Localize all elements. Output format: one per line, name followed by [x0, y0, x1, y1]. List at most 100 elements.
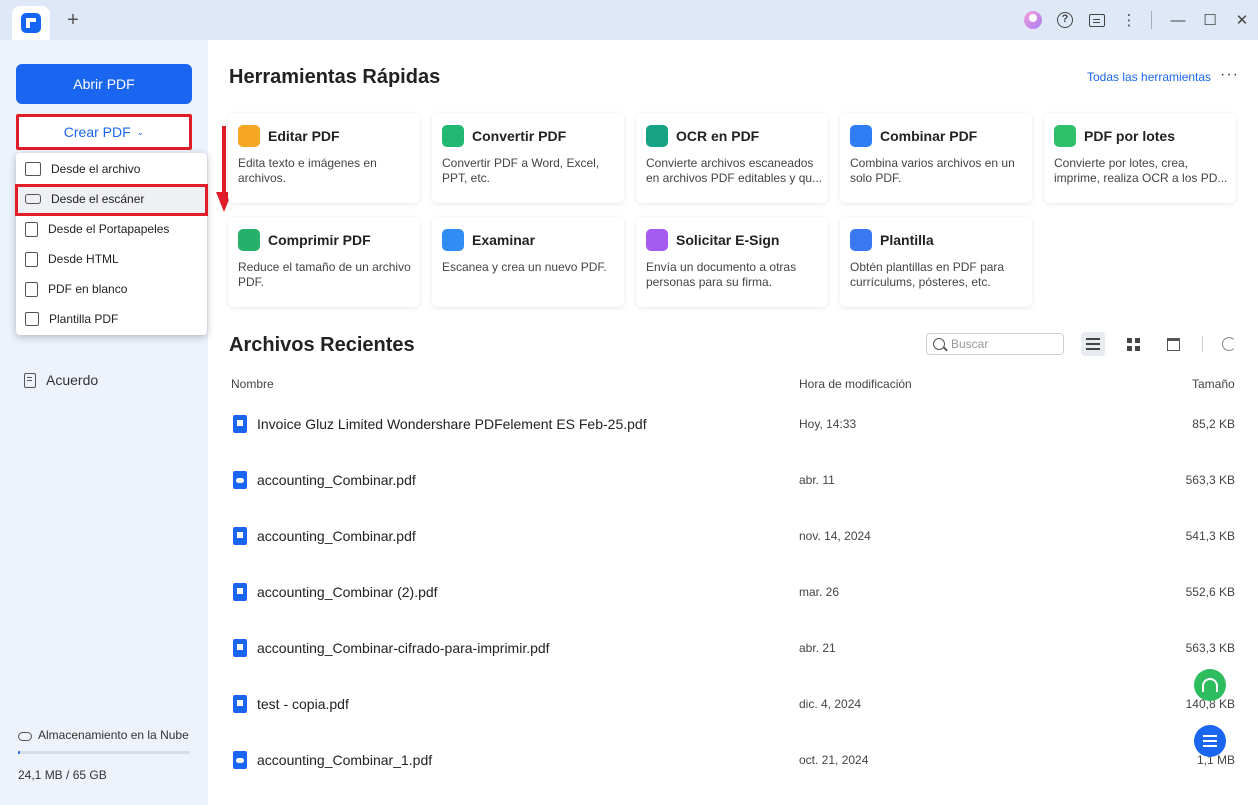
card-title: Convertir PDF [472, 128, 567, 144]
file-modified: nov. 14, 2024 [799, 529, 871, 543]
table-row[interactable]: accounting_Combinar_1.pdf oct. 21, 2024 1,… [229, 751, 1239, 805]
ocr-icon [646, 125, 668, 147]
cloud-storage-label: Almacenamiento en la Nube [38, 728, 189, 742]
chevron-down-icon: ⌄ [136, 126, 145, 137]
dropdown-item-label: Desde el archivo [51, 162, 141, 176]
maximize-button[interactable]: ☐ [1194, 0, 1226, 40]
file-modified: oct. 21, 2024 [799, 753, 869, 767]
dropdown-item-blank-pdf[interactable]: PDF en blanco [16, 274, 207, 304]
dropdown-item-pdf-template[interactable]: Plantilla PDF [16, 304, 207, 334]
maximize-icon: ☐ [1203, 12, 1217, 29]
combine-pdf-icon [850, 125, 872, 147]
card-description: Edita texto e imágenes en archivos. [238, 156, 377, 185]
tool-card-esign[interactable]: Solicitar E-Sign Envía un documento a ot… [636, 217, 828, 307]
column-header-modified[interactable]: Hora de modificación [799, 377, 912, 391]
card-description: Obtén plantillas en PDF para currículums… [850, 260, 1005, 289]
storage-usage: 24,1 MB / 65 GB [18, 768, 107, 782]
dropdown-item-from-file[interactable]: Desde el archivo [16, 154, 207, 184]
close-icon: ✕ [1235, 12, 1249, 29]
tool-card-scan[interactable]: Examinar Escanea y crea un nuevo PDF. [432, 217, 624, 307]
column-header-name[interactable]: Nombre [231, 377, 274, 391]
card-title: OCR en PDF [676, 128, 760, 144]
refresh-icon [1222, 337, 1236, 351]
all-tools-link[interactable]: Todas las herramientas [1087, 70, 1211, 84]
tool-card-combine-pdf[interactable]: Combinar PDF Combina varios archivos en … [840, 113, 1032, 203]
open-pdf-button[interactable]: Abrir PDF [16, 64, 192, 104]
sidebar-item-label: Acuerdo [46, 372, 99, 388]
toolbar-separator [1202, 336, 1203, 352]
card-description: Combina varios archivos en un solo PDF. [850, 156, 1015, 185]
blank-page-icon [25, 281, 38, 297]
table-row[interactable]: accounting_Combinar.pdf abr. 11 563,3 KB [229, 471, 1239, 527]
sidebar-item-acuerdo[interactable]: Acuerdo [24, 372, 98, 388]
help-button[interactable]: ? [1049, 0, 1081, 40]
dropdown-item-label: Plantilla PDF [49, 312, 119, 326]
tool-card-template[interactable]: Plantilla Obtén plantillas en PDF para c… [840, 217, 1032, 307]
card-title: Combinar PDF [880, 128, 978, 144]
file-modified: mar. 26 [799, 585, 840, 599]
dropdown-item-label: PDF en blanco [48, 282, 128, 296]
html-icon [25, 251, 38, 267]
file-modified: Hoy, 14:33 [799, 417, 857, 431]
dropdown-item-label: Desde el escáner [51, 192, 145, 206]
dropdown-item-from-scanner[interactable]: Desde el escáner [16, 184, 207, 214]
file-size: 85,2 KB [1192, 417, 1235, 431]
list-view-icon [1086, 338, 1100, 350]
tool-card-edit-pdf[interactable]: Editar PDF Edita texto e imágenes en arc… [228, 113, 420, 203]
esign-icon [646, 229, 668, 251]
grid-view-button[interactable] [1121, 332, 1145, 356]
headset-icon [1202, 678, 1218, 692]
table-row[interactable]: test - copia.pdf dic. 4, 2024 140,8 KB [229, 695, 1239, 751]
table-row[interactable]: accounting_Combinar (2).pdf mar. 26 552,6 … [229, 583, 1239, 639]
dropdown-item-from-html[interactable]: Desde HTML [16, 244, 207, 274]
floating-menu-button[interactable] [1194, 725, 1226, 757]
compress-pdf-icon [238, 229, 260, 251]
file-name: accounting_Combinar.pdf [257, 472, 416, 488]
search-placeholder: Buscar [951, 337, 989, 351]
home-tab[interactable] [12, 6, 50, 40]
search-box[interactable]: Buscar [926, 333, 1064, 355]
clipboard-icon [25, 221, 38, 237]
cloud-storage: Almacenamiento en la Nube 24,1 MB / 65 G… [18, 728, 193, 782]
tool-card-ocr-pdf[interactable]: OCR en PDF Convierte archivos escaneados… [636, 113, 828, 203]
create-pdf-dropdown: Desde el archivo Desde el escáner Desde … [16, 153, 207, 335]
file-modified: abr. 11 [799, 473, 835, 487]
title-separator [1151, 11, 1152, 29]
batch-pdf-icon [1054, 125, 1076, 147]
tool-card-convert-pdf[interactable]: Convertir PDF Convertir PDF a Word, Exce… [432, 113, 624, 203]
quick-tools-title: Herramientas Rápidas [229, 66, 441, 88]
tool-card-batch-pdf[interactable]: PDF por lotes Convierte por lotes, crea,… [1044, 113, 1236, 203]
table-row[interactable]: accounting_Combinar-cifrado-para-imprimi… [229, 639, 1239, 695]
delete-button[interactable] [1161, 332, 1185, 356]
dropdown-item-from-clipboard[interactable]: Desde el Portapapeles [16, 214, 207, 244]
list-view-button[interactable] [1081, 332, 1105, 356]
new-tab-plus-icon[interactable]: + [63, 10, 83, 30]
create-pdf-button[interactable]: Crear PDF ⌄ [16, 114, 192, 150]
document-icon [24, 372, 36, 388]
account-button[interactable] [1017, 0, 1049, 40]
refresh-button[interactable] [1217, 332, 1241, 356]
table-row[interactable]: accounting_Combinar.pdf nov. 14, 2024 541,… [229, 527, 1239, 583]
feedback-button[interactable] [1081, 0, 1113, 40]
close-button[interactable]: ✕ [1226, 0, 1258, 40]
vertical-dots-icon: ⋮ [1121, 12, 1137, 29]
file-name: accounting_Combinar_1.pdf [257, 752, 433, 768]
menu-icon [1203, 735, 1217, 747]
file-size: 552,6 KB [1185, 585, 1235, 599]
table-row[interactable]: Invoice Gluz Limited Wondershare PDFelem… [229, 415, 1239, 471]
tool-card-compress-pdf[interactable]: Comprimir PDF Reduce el tamaño de un arc… [228, 217, 420, 307]
card-description: Convierte por lotes, crea, imprime, real… [1054, 156, 1228, 185]
more-menu-button[interactable]: ⋮ [1113, 0, 1145, 40]
title-bar: + ? ⋮ — ☐ ✕ [0, 0, 1258, 40]
support-button[interactable] [1194, 669, 1226, 701]
file-name: Invoice Gluz Limited Wondershare PDFelem… [257, 416, 647, 432]
minimize-button[interactable]: — [1162, 0, 1194, 40]
column-header-size[interactable]: Tamaño [1192, 377, 1235, 391]
convert-pdf-icon [442, 125, 464, 147]
more-options-icon[interactable]: ··· [1220, 66, 1239, 84]
scanner-icon [25, 194, 41, 204]
file-name: accounting_Combinar.pdf [257, 528, 416, 544]
file-size: 541,3 KB [1185, 529, 1235, 543]
file-size: 563,3 KB [1185, 641, 1235, 655]
card-title: Solicitar E-Sign [676, 232, 780, 248]
